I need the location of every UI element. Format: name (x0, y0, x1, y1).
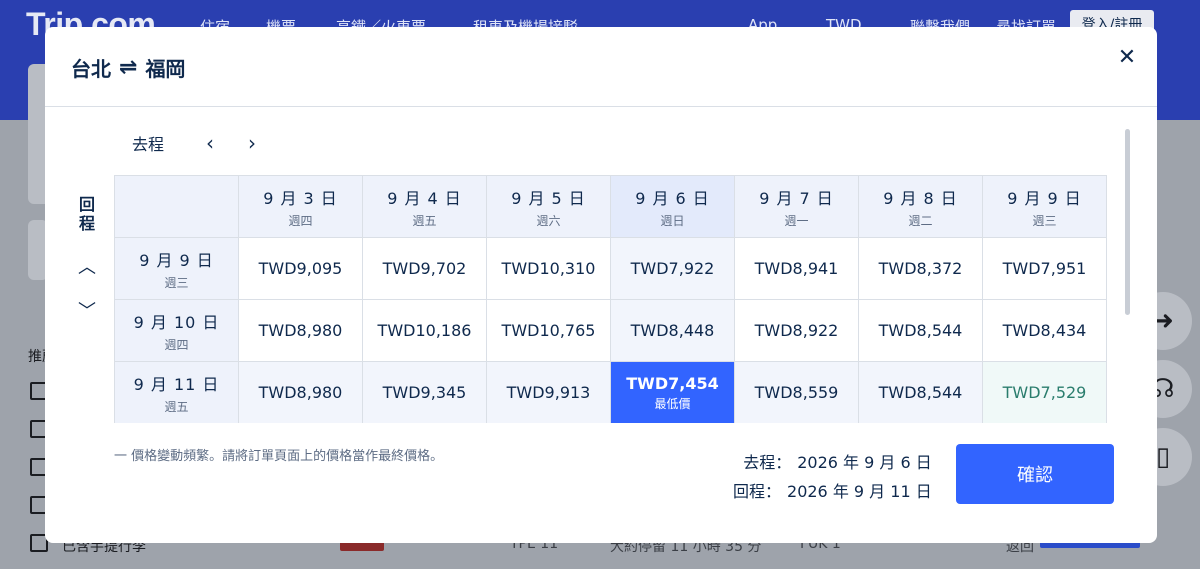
price-value: TWD8,372 (878, 259, 963, 278)
header-weekday: 週六 (536, 213, 561, 228)
row-date: 9 月 11 日 (133, 374, 220, 394)
depart-date-header: 9 月 4 日週五 (363, 176, 487, 238)
summary-return-value: 2026 年 9 月 11 日 (787, 482, 932, 501)
row-weekday: 週五 (164, 399, 189, 414)
header-date: 9 月 5 日 (511, 188, 586, 208)
chevron-down-icon[interactable]: ﹀ (75, 297, 99, 323)
price-cell[interactable]: TWD8,980 (239, 362, 363, 423)
price-cell[interactable]: TWD9,702 (363, 238, 487, 300)
return-label: 回程 (78, 195, 95, 233)
price-cell[interactable]: TWD8,980 (239, 300, 363, 362)
price-value: TWD9,913 (506, 383, 591, 402)
price-cell[interactable]: TWD10,186 (363, 300, 487, 362)
price-cell[interactable]: TWD7,922 (611, 238, 735, 300)
price-cell[interactable]: TWD7,454 最低價 (611, 362, 735, 423)
origin-city: 台北 (71, 57, 111, 81)
summary-depart: 去程： 2026 年 9 月 6 日 (733, 448, 932, 477)
scrollbar[interactable] (1125, 129, 1130, 315)
depart-date-header: 9 月 5 日週六 (487, 176, 611, 238)
price-value: TWD7,951 (1002, 259, 1087, 278)
depart-label: 去程 (132, 135, 165, 154)
lowest-price-badge: 最低價 (654, 396, 691, 411)
price-cell[interactable]: TWD8,434 (983, 300, 1107, 362)
route-title: 台北 ⇌ 福岡 (71, 53, 185, 82)
chevron-left-icon[interactable]: ‹ (198, 131, 222, 155)
confirm-button[interactable]: 確認 (956, 444, 1114, 504)
price-value: TWD8,544 (878, 383, 963, 402)
header-date: 9 月 6 日 (635, 188, 710, 208)
price-value: TWD9,702 (382, 259, 467, 278)
price-value: TWD8,980 (258, 321, 343, 340)
price-value: TWD9,095 (258, 259, 343, 278)
price-value: TWD10,765 (501, 321, 596, 340)
chevron-up-icon[interactable]: ︿ (75, 253, 99, 279)
depart-date-header: 9 月 9 日週三 (983, 176, 1107, 238)
price-cell[interactable]: TWD8,922 (735, 300, 859, 362)
price-value: TWD8,922 (754, 321, 839, 340)
price-value: TWD7,922 (630, 259, 715, 278)
header-date: 9 月 4 日 (387, 188, 462, 208)
return-date-header: 9 月 11 日週五 (115, 362, 239, 423)
return-date-header: 9 月 10 日週四 (115, 300, 239, 362)
price-cell[interactable]: TWD9,345 (363, 362, 487, 423)
chevron-right-icon[interactable]: › (240, 131, 264, 155)
grid-corner (115, 176, 239, 238)
price-value: TWD8,434 (1002, 321, 1087, 340)
header-date: 9 月 3 日 (263, 188, 338, 208)
header-weekday: 週四 (288, 213, 313, 228)
price-cell[interactable]: TWD8,544 (859, 362, 983, 423)
price-value: TWD7,454 (626, 373, 719, 393)
price-cell[interactable]: TWD7,951 (983, 238, 1107, 300)
header-weekday: 週五 (412, 213, 437, 228)
header-weekday: 週三 (1032, 213, 1057, 228)
price-value: TWD10,310 (501, 259, 596, 278)
close-icon[interactable]: ✕ (1115, 46, 1139, 70)
return-date-header: 9 月 9 日週三 (115, 238, 239, 300)
price-value: TWD8,980 (258, 383, 343, 402)
header-date: 9 月 7 日 (759, 188, 834, 208)
depart-date-header: 9 月 3 日週四 (239, 176, 363, 238)
depart-date-header: 9 月 7 日週一 (735, 176, 859, 238)
price-calendar-modal: 台北 ⇌ 福岡 ✕ 去程 ‹ › 回程 ︿ ﹀ 9 月 3 日週四 9 月 4 日… (45, 27, 1157, 543)
depart-date-header: 9 月 6 日週日 (611, 176, 735, 238)
header-date: 9 月 9 日 (1007, 188, 1082, 208)
row-date: 9 月 9 日 (139, 250, 214, 270)
depart-date-header: 9 月 8 日週二 (859, 176, 983, 238)
price-cell[interactable]: TWD8,372 (859, 238, 983, 300)
price-cell[interactable]: TWD8,448 (611, 300, 735, 362)
price-grid: 9 月 3 日週四 9 月 4 日週五 9 月 5 日週六 9 月 6 日週日 9 月 … (114, 175, 1107, 423)
header-weekday: 週一 (784, 213, 809, 228)
price-cell[interactable]: TWD9,095 (239, 238, 363, 300)
price-notice: 一 價格變動頻繁。請將訂單頁面上的價格當作最終價格。 (114, 449, 444, 464)
row-weekday: 週四 (164, 337, 189, 352)
modal-header: 台北 ⇌ 福岡 ✕ (45, 27, 1157, 107)
price-value: TWD7,529 (1002, 383, 1087, 402)
summary-return-key: 回程： (733, 482, 782, 501)
selection-summary: 去程： 2026 年 9 月 6 日 回程： 2026 年 9 月 11 日 (733, 448, 932, 506)
price-value: TWD8,941 (754, 259, 839, 278)
price-value: TWD8,559 (754, 383, 839, 402)
price-cell[interactable]: TWD10,310 (487, 238, 611, 300)
price-cell[interactable]: TWD9,913 (487, 362, 611, 423)
header-weekday: 週二 (908, 213, 933, 228)
price-value: TWD9,345 (382, 383, 467, 402)
destination-city: 福岡 (145, 57, 186, 81)
swap-icon: ⇌ (119, 55, 138, 80)
price-value: TWD8,448 (630, 321, 715, 340)
price-value: TWD10,186 (377, 321, 472, 340)
price-cell[interactable]: TWD8,941 (735, 238, 859, 300)
depart-nav: 去程 ‹ › (132, 131, 264, 155)
summary-return: 回程： 2026 年 9 月 11 日 (733, 477, 932, 506)
summary-depart-value: 2026 年 9 月 6 日 (797, 453, 932, 472)
price-value: TWD8,544 (878, 321, 963, 340)
price-cell[interactable]: TWD7,529 (983, 362, 1107, 423)
header-date: 9 月 8 日 (883, 188, 958, 208)
summary-depart-key: 去程： (743, 453, 792, 472)
price-cell[interactable]: TWD8,544 (859, 300, 983, 362)
price-cell[interactable]: TWD10,765 (487, 300, 611, 362)
price-cell[interactable]: TWD8,559 (735, 362, 859, 423)
header-weekday: 週日 (660, 213, 685, 228)
row-weekday: 週三 (164, 275, 189, 290)
row-date: 9 月 10 日 (133, 312, 220, 332)
